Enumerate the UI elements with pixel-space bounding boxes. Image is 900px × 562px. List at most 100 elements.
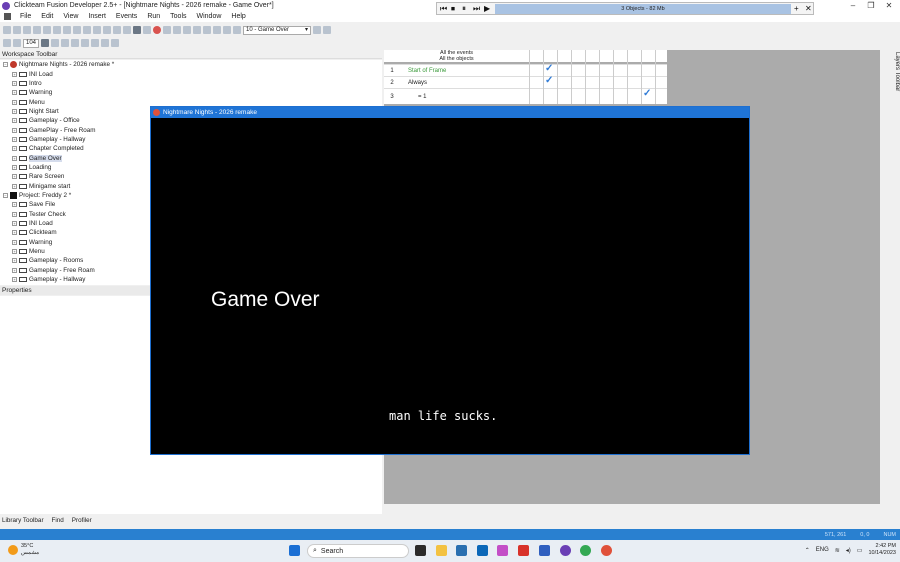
help-icon[interactable] [93, 26, 101, 34]
expand-icon[interactable]: + [12, 258, 17, 264]
expand-icon[interactable]: + [12, 155, 17, 161]
event-condition[interactable]: = 1 [418, 94, 427, 100]
maximize-button[interactable]: ❐ [862, 0, 880, 11]
scale-icon[interactable] [81, 39, 89, 47]
stop-icon[interactable]: ⏹ [451, 4, 459, 13]
move-icon[interactable] [13, 39, 21, 47]
save-all-icon[interactable] [33, 26, 41, 34]
paste-icon[interactable] [63, 26, 71, 34]
save-icon[interactable] [23, 26, 31, 34]
redo-icon[interactable] [83, 26, 91, 34]
windows-start-icon[interactable] [289, 545, 300, 556]
expand-icon[interactable]: + [12, 277, 17, 283]
game-preview-window[interactable]: Nightmare Nights - 2026 remake Game Over… [150, 106, 750, 455]
stop-icon[interactable] [153, 26, 161, 34]
tree-item[interactable]: − Nightmare Nights - 2026 remake * [0, 60, 382, 69]
expand-icon[interactable]: + [12, 183, 17, 189]
effect-icon[interactable] [101, 39, 109, 47]
tree-item[interactable]: + Intro [0, 79, 382, 88]
step-icon[interactable]: ⏭ [473, 4, 481, 13]
rotate-icon[interactable] [71, 39, 79, 47]
zoom-icon[interactable] [3, 39, 11, 47]
check-icon[interactable]: ✓ [545, 63, 553, 74]
color-icon[interactable] [133, 26, 141, 34]
expand-icon[interactable]: + [12, 80, 17, 86]
rewind-icon[interactable]: ⏮ [440, 4, 448, 13]
frame-select[interactable]: 10 - Game Over [243, 25, 311, 35]
prev-frame-icon[interactable] [313, 26, 321, 34]
menu-insert[interactable]: Insert [83, 13, 111, 20]
layer-icon[interactable] [143, 26, 151, 34]
frame-editor-icon[interactable] [113, 26, 121, 34]
clock[interactable]: 2:42 PM 10/14/2023 [868, 543, 896, 557]
check-icon[interactable]: ✓ [545, 75, 553, 86]
tree-item[interactable]: + INI Load [0, 69, 382, 78]
expand-icon[interactable]: + [12, 230, 17, 236]
event-editor-icon[interactable] [123, 26, 131, 34]
expand-icon[interactable]: + [12, 146, 17, 152]
zoom-input[interactable]: 104 [23, 38, 39, 48]
menu-help[interactable]: Help [226, 13, 250, 20]
wps-icon[interactable] [518, 545, 529, 556]
next-frame-icon[interactable] [323, 26, 331, 34]
layers-toolbar-tab[interactable]: Layers Toolbar [882, 50, 900, 514]
expand-icon[interactable]: + [12, 108, 17, 114]
mdi-window-icon[interactable] [4, 13, 11, 20]
tab-find[interactable]: Find [52, 517, 64, 524]
align-top-icon[interactable] [203, 26, 211, 34]
editor-mode-icon[interactable] [41, 39, 49, 47]
expand-icon[interactable]: − [3, 192, 8, 198]
wifi-icon[interactable]: ≋ [835, 547, 840, 554]
task-view-icon[interactable] [415, 545, 426, 556]
expand-icon[interactable]: + [12, 174, 17, 180]
copilot-icon[interactable] [497, 545, 508, 556]
tree-item[interactable]: + Warning [0, 88, 382, 97]
weather-widget[interactable]: 35°C مشمس [8, 543, 39, 556]
menu-tools[interactable]: Tools [165, 13, 191, 20]
close-button[interactable]: ✕ [880, 0, 898, 11]
expand-icon[interactable]: + [12, 71, 17, 77]
volume-icon[interactable]: ◂) [846, 547, 851, 554]
text-icon[interactable] [91, 39, 99, 47]
event-action-grid[interactable]: ✓ ✓ ✓ [529, 50, 667, 104]
expand-icon[interactable]: − [3, 62, 8, 68]
expand-icon[interactable]: + [12, 221, 17, 227]
align-right-icon[interactable] [193, 26, 201, 34]
store-icon[interactable] [456, 545, 467, 556]
align-icon[interactable] [111, 39, 119, 47]
file-explorer-icon[interactable] [436, 545, 447, 556]
horizontal-scrollbar[interactable] [384, 504, 880, 514]
align-left-icon[interactable] [183, 26, 191, 34]
align-bottom-icon[interactable] [213, 26, 221, 34]
menu-window[interactable]: Window [192, 13, 227, 20]
storyboard-icon[interactable] [103, 26, 111, 34]
grid-icon[interactable] [173, 26, 181, 34]
chevron-up-icon[interactable]: ⌃ [805, 547, 810, 554]
expand-icon[interactable]: + [12, 267, 17, 273]
expand-icon[interactable]: + [12, 127, 17, 133]
distribute-icon[interactable] [223, 26, 231, 34]
grid-toggle-icon[interactable] [51, 39, 59, 47]
player-add-icon[interactable]: + [794, 4, 802, 13]
expand-icon[interactable]: + [12, 249, 17, 255]
expand-icon[interactable]: + [12, 90, 17, 96]
undo-icon[interactable] [73, 26, 81, 34]
player-close-icon[interactable]: ✕ [805, 4, 813, 13]
expand-icon[interactable]: + [12, 99, 17, 105]
cut-icon[interactable] [43, 26, 51, 34]
battery-icon[interactable]: ▭ [857, 547, 863, 554]
tab-profiler[interactable]: Profiler [72, 517, 92, 524]
check-icon[interactable]: ✓ [643, 88, 651, 99]
lang-indicator[interactable]: ENG [816, 547, 829, 553]
expand-icon[interactable]: + [12, 118, 17, 124]
game-window-titlebar[interactable]: Nightmare Nights - 2026 remake [151, 107, 749, 118]
copy-icon[interactable] [53, 26, 61, 34]
expand-icon[interactable]: + [12, 202, 17, 208]
layout-icon[interactable] [233, 26, 241, 34]
clickteam-icon[interactable] [560, 545, 571, 556]
expand-icon[interactable]: + [12, 239, 17, 245]
new-icon[interactable] [3, 26, 11, 34]
menu-events[interactable]: Events [111, 13, 142, 20]
expand-icon[interactable]: + [12, 211, 17, 217]
expand-icon[interactable]: + [12, 136, 17, 142]
